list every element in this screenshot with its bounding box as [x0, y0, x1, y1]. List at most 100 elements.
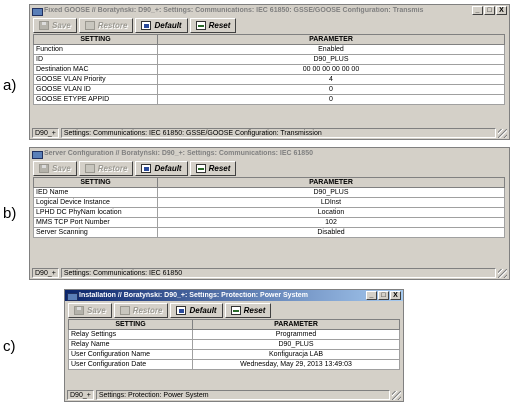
parameter-cell[interactable]: D90_PLUS	[192, 339, 400, 350]
save-icon	[74, 305, 84, 315]
save-button[interactable]: Save	[68, 302, 112, 318]
default-button[interactable]: Default	[135, 160, 188, 176]
parameter-cell[interactable]: LDInst	[157, 197, 505, 208]
settings-table: SETTING PARAMETER Relay Settings Programme…	[68, 319, 400, 370]
setting-cell: IED Name	[33, 187, 158, 198]
reset-label: Reset	[208, 20, 231, 30]
status-device: D90_+	[32, 128, 59, 138]
default-button[interactable]: Default	[135, 17, 188, 33]
status-bar: D90_+ Settings: Communications: IEC 6185…	[30, 267, 509, 279]
window-title: Fixed GOOSE // Boratyński: D90_+: Settin…	[44, 7, 424, 14]
save-button[interactable]: Save	[33, 160, 77, 176]
table-row[interactable]: GOOSE ETYPE APPID 0	[33, 94, 505, 105]
restore-label: Restore	[132, 305, 163, 315]
restore-button[interactable]: Restore	[78, 17, 134, 33]
parameter-cell[interactable]: 0	[157, 84, 505, 95]
title-bar[interactable]: Fixed GOOSE // Boratyński: D90_+: Settin…	[30, 5, 509, 16]
title-bar[interactable]: Server Configuration // Boratyński: D90_…	[30, 148, 509, 159]
window-icon	[67, 292, 78, 301]
table-row[interactable]: IED Name D90_PLUS	[33, 187, 505, 198]
title-bar[interactable]: Installation // Boratyński: D90_+: Setti…	[65, 290, 403, 301]
table-row[interactable]: User Configuration Name Konfiguracja LAB	[68, 349, 400, 360]
table-row[interactable]: Logical Device Instance LDInst	[33, 197, 505, 208]
setting-cell: LPHD DC PhyNam location	[33, 207, 158, 218]
reset-label: Reset	[243, 305, 266, 315]
save-label: Save	[87, 305, 106, 315]
default-icon	[141, 163, 152, 173]
setting-cell: Relay Settings	[68, 329, 193, 340]
parameter-cell[interactable]: D90_PLUS	[157, 54, 505, 65]
minimize-button[interactable]: _	[472, 6, 483, 15]
table-row[interactable]: ID D90_PLUS	[33, 54, 505, 65]
resize-grip-icon[interactable]	[498, 268, 507, 278]
toolbar: Save Restore Default Reset	[65, 301, 403, 319]
setting-header: SETTING	[33, 177, 158, 188]
table-row[interactable]: Function Enabled	[33, 44, 505, 55]
maximize-button[interactable]: □	[378, 291, 389, 300]
table-row[interactable]: LPHD DC PhyNam location Location	[33, 207, 505, 218]
close-button[interactable]: X	[390, 291, 401, 300]
reset-button[interactable]: Reset	[224, 302, 272, 318]
parameter-cell[interactable]: 4	[157, 74, 505, 85]
window-title: Installation // Boratyński: D90_+: Setti…	[79, 292, 308, 299]
parameter-cell[interactable]: 0	[157, 94, 505, 105]
parameter-cell[interactable]: Wednesday, May 29, 2013 13:49:03	[192, 359, 400, 370]
reset-icon	[195, 20, 206, 30]
default-icon	[176, 305, 187, 315]
status-path: Settings: Communications: IEC 61850	[60, 268, 496, 278]
figure-label-a: a)	[3, 77, 17, 94]
setting-cell: Server Scanning	[33, 227, 158, 238]
parameter-header: PARAMETER	[192, 319, 400, 330]
setting-header: SETTING	[33, 34, 158, 45]
save-button[interactable]: Save	[33, 17, 77, 33]
restore-button[interactable]: Restore	[113, 302, 169, 318]
parameter-cell[interactable]: 102	[157, 217, 505, 228]
table-row[interactable]: Destination MAC 00 00 00 00 00 00	[33, 64, 505, 75]
parameter-cell[interactable]: Konfiguracja LAB	[192, 349, 400, 360]
restore-label: Restore	[97, 163, 128, 173]
parameter-cell[interactable]: Location	[157, 207, 505, 218]
status-bar: D90_+ Settings: Communications: IEC 6185…	[30, 127, 509, 139]
settings-table: SETTING PARAMETER Function Enabled ID D90_P…	[33, 34, 505, 105]
parameter-header: PARAMETER	[157, 177, 505, 188]
maximize-button[interactable]: □	[484, 6, 495, 15]
resize-grip-icon[interactable]	[392, 390, 401, 400]
parameter-cell[interactable]: Disabled	[157, 227, 505, 238]
fixed-goose-window: Fixed GOOSE // Boratyński: D90_+: Settin…	[29, 4, 510, 140]
close-button[interactable]: X	[496, 6, 507, 15]
restore-label: Restore	[97, 20, 128, 30]
reset-button[interactable]: Reset	[189, 160, 237, 176]
resize-grip-icon[interactable]	[498, 128, 507, 138]
table-row[interactable]: GOOSE VLAN ID 0	[33, 84, 505, 95]
parameter-cell[interactable]: 00 00 00 00 00 00	[157, 64, 505, 75]
table-row[interactable]: MMS TCP Port Number 102	[33, 217, 505, 228]
default-label: Default	[189, 305, 217, 315]
toolbar: Save Restore Default Reset	[30, 159, 509, 177]
default-label: Default	[154, 20, 182, 30]
minimize-button[interactable]: _	[366, 291, 377, 300]
status-path: Settings: Communications: IEC 61850: GSS…	[60, 128, 496, 138]
installation-window: Installation // Boratyński: D90_+: Setti…	[64, 289, 404, 402]
window-title: Server Configuration // Boratyński: D90_…	[44, 150, 313, 157]
setting-cell: User Configuration Date	[68, 359, 193, 370]
table-row[interactable]: GOOSE VLAN Priority 4	[33, 74, 505, 85]
setting-cell: Relay Name	[68, 339, 193, 350]
toolbar: Save Restore Default Reset	[30, 16, 509, 34]
restore-button[interactable]: Restore	[78, 160, 134, 176]
default-button[interactable]: Default	[170, 302, 223, 318]
status-bar: D90_+ Settings: Protection: Power System	[65, 389, 403, 401]
save-icon	[39, 163, 49, 173]
save-icon	[39, 20, 49, 30]
setting-cell: Function	[33, 44, 158, 55]
reset-button[interactable]: Reset	[189, 17, 237, 33]
table-row[interactable]: Relay Settings Programmed	[68, 329, 400, 340]
figure-label-c: c)	[3, 338, 16, 355]
setting-cell: GOOSE VLAN Priority	[33, 74, 158, 85]
parameter-cell[interactable]: Programmed	[192, 329, 400, 340]
parameter-cell[interactable]: D90_PLUS	[157, 187, 505, 198]
setting-cell: GOOSE ETYPE APPID	[33, 94, 158, 105]
table-row[interactable]: Server Scanning Disabled	[33, 227, 505, 238]
parameter-cell[interactable]: Enabled	[157, 44, 505, 55]
table-row[interactable]: User Configuration Date Wednesday, May 29…	[68, 359, 400, 370]
table-row[interactable]: Relay Name D90_PLUS	[68, 339, 400, 350]
